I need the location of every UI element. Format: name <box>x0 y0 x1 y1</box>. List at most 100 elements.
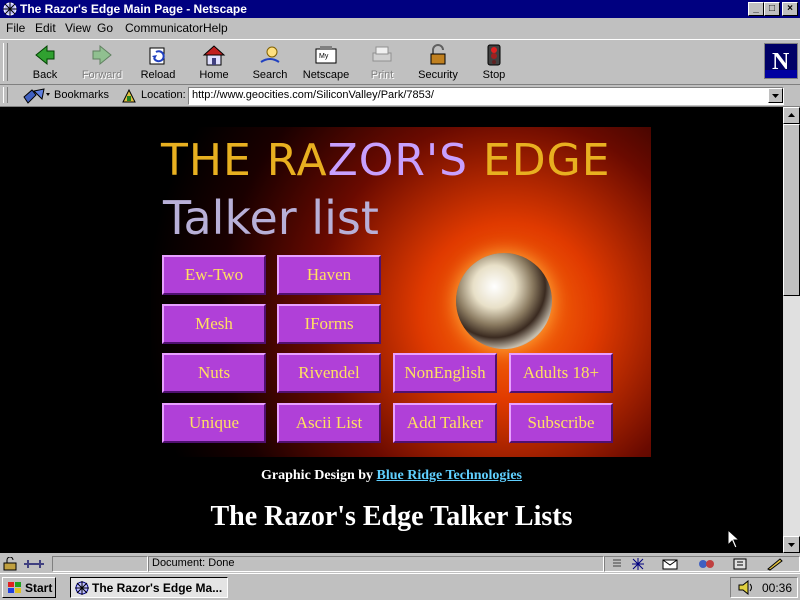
blue-ridge-link[interactable]: Blue Ridge Technologies <box>377 468 522 483</box>
scroll-thumb[interactable] <box>783 124 800 296</box>
netscape-icon: My <box>315 46 337 64</box>
netscape-task-icon <box>75 581 89 595</box>
talker-button-adults[interactable]: Adults 18+ <box>509 353 613 393</box>
stop-button[interactable]: Stop <box>466 42 522 84</box>
component-grip-icon[interactable] <box>611 558 623 570</box>
page-heading: The Razor's Edge Talker Lists <box>210 501 573 532</box>
scroll-up-button[interactable] <box>783 107 800 124</box>
talker-button-rivendel[interactable]: Rivendel <box>277 353 381 393</box>
start-button[interactable]: Start <box>2 577 56 598</box>
composer-icon[interactable] <box>765 557 785 571</box>
search-icon <box>260 46 280 63</box>
window-title-bar[interactable]: The Razor's Edge Main Page - Netscape _ … <box>0 0 800 18</box>
reload-button[interactable]: Reload <box>130 42 186 84</box>
windows-logo-icon <box>8 582 21 593</box>
mouse-cursor-icon <box>727 529 741 549</box>
menu-file[interactable]: File <box>6 21 25 35</box>
menu-view[interactable]: View <box>65 21 91 35</box>
page-content[interactable]: THE RAZOR'S EDGE Talker list Ew-Two Have… <box>0 107 783 553</box>
taskbar-netscape-window[interactable]: The Razor's Edge Ma... <box>70 577 228 598</box>
close-button[interactable]: × <box>782 2 798 16</box>
talker-button-haven[interactable]: Haven <box>277 255 381 295</box>
banner-subtitle: Talker list <box>163 191 379 245</box>
talker-button-subscribe[interactable]: Subscribe <box>509 403 613 443</box>
reload-icon <box>149 47 165 65</box>
windows-taskbar: Start The Razor's Edge Ma... 00:36 <box>0 573 800 600</box>
clock[interactable]: 00:36 <box>762 581 792 595</box>
address-book-icon[interactable] <box>731 557 751 571</box>
stop-icon <box>487 44 501 66</box>
status-bar: Document: Done <box>0 554 800 573</box>
location-grip[interactable] <box>3 87 8 103</box>
security-label: Security <box>418 69 458 81</box>
razors-edge-banner: THE RAZOR'S EDGE Talker list Ew-Two Have… <box>151 127 651 457</box>
home-button[interactable]: Home <box>186 42 242 84</box>
talker-button-add-talker[interactable]: Add Talker <box>393 403 497 443</box>
arrow-up-icon <box>788 113 795 117</box>
arrow-down-icon <box>788 543 795 547</box>
svg-text:My: My <box>319 53 329 60</box>
globe-image <box>456 253 552 349</box>
banner-title: THE RAZOR'S EDGE <box>161 135 611 186</box>
vertical-scrollbar[interactable] <box>783 107 800 553</box>
back-button[interactable]: Back <box>17 42 73 84</box>
talker-button-nonenglish[interactable]: NonEnglish <box>393 353 497 393</box>
bookmarks-icon[interactable] <box>22 87 52 105</box>
task-label: The Razor's Edge Ma... <box>92 581 223 595</box>
location-page-icon[interactable] <box>121 88 137 104</box>
design-credit: Graphic Design by Blue Ridge Technologie… <box>0 468 783 484</box>
print-button[interactable]: Print <box>354 42 410 84</box>
menu-communicator[interactable]: Communicator <box>125 21 203 35</box>
security-lock-icon <box>430 44 446 65</box>
window-title: The Razor's Edge Main Page - Netscape <box>20 2 247 16</box>
connection-status-icon <box>24 560 44 568</box>
component-bar <box>604 556 800 572</box>
toolbar-grip[interactable] <box>3 43 8 81</box>
back-arrow-icon <box>35 44 55 66</box>
speaker-icon[interactable] <box>737 580 755 595</box>
system-tray: 00:36 <box>730 577 798 598</box>
forward-button[interactable]: Forward <box>74 42 130 84</box>
mail-icon[interactable] <box>661 557 681 571</box>
home-label: Home <box>199 69 229 81</box>
netscape-label: Netscape <box>302 69 350 81</box>
stop-label: Stop <box>482 69 506 81</box>
menu-go[interactable]: Go <box>97 21 113 35</box>
scroll-down-button[interactable] <box>783 536 800 553</box>
security-button[interactable]: Security <box>410 42 466 84</box>
navigation-toolbar: Back Forward Reload Home Search My Netsc… <box>0 39 800 85</box>
talker-button-unique[interactable]: Unique <box>162 403 266 443</box>
location-label: Location: <box>141 89 186 101</box>
progress-panel <box>52 556 148 572</box>
netscape-logo-letter: N <box>772 49 790 75</box>
url-input[interactable]: http://www.geocities.com/SiliconValley/P… <box>188 87 784 105</box>
menu-bar: File Edit View Go Communicator Help <box>0 18 800 38</box>
reload-label: Reload <box>140 69 176 81</box>
netscape-logo-icon[interactable]: N <box>764 43 798 79</box>
menu-help[interactable]: Help <box>203 21 228 35</box>
status-text: Document: Done <box>152 557 235 569</box>
banner-title-part-2: ZOR'S <box>327 135 469 186</box>
talker-button-mesh[interactable]: Mesh <box>162 304 266 344</box>
security-status-icon[interactable] <box>2 557 18 571</box>
banner-title-part-1: THE RA <box>161 135 328 186</box>
discussion-groups-icon[interactable] <box>697 557 717 571</box>
print-label: Print <box>370 69 394 81</box>
netscape-button[interactable]: My Netscape <box>298 42 354 84</box>
talker-button-ew-two[interactable]: Ew-Two <box>162 255 266 295</box>
back-label: Back <box>32 69 58 81</box>
start-label: Start <box>25 581 53 595</box>
minimize-button[interactable]: _ <box>748 2 764 16</box>
talker-button-iforms[interactable]: IForms <box>277 304 381 344</box>
forward-arrow-icon <box>92 44 112 66</box>
forward-label: Forward <box>81 69 123 81</box>
menu-edit[interactable]: Edit <box>35 21 56 35</box>
talker-button-nuts[interactable]: Nuts <box>162 353 266 393</box>
talker-button-ascii-list[interactable]: Ascii List <box>277 403 381 443</box>
maximize-button[interactable]: □ <box>764 2 780 16</box>
navigator-icon[interactable] <box>629 557 647 571</box>
banner-title-part-3: EDGE <box>468 135 611 186</box>
url-dropdown-button[interactable] <box>768 88 783 103</box>
search-button[interactable]: Search <box>242 42 298 84</box>
bookmarks-button[interactable]: Bookmarks <box>54 89 109 101</box>
